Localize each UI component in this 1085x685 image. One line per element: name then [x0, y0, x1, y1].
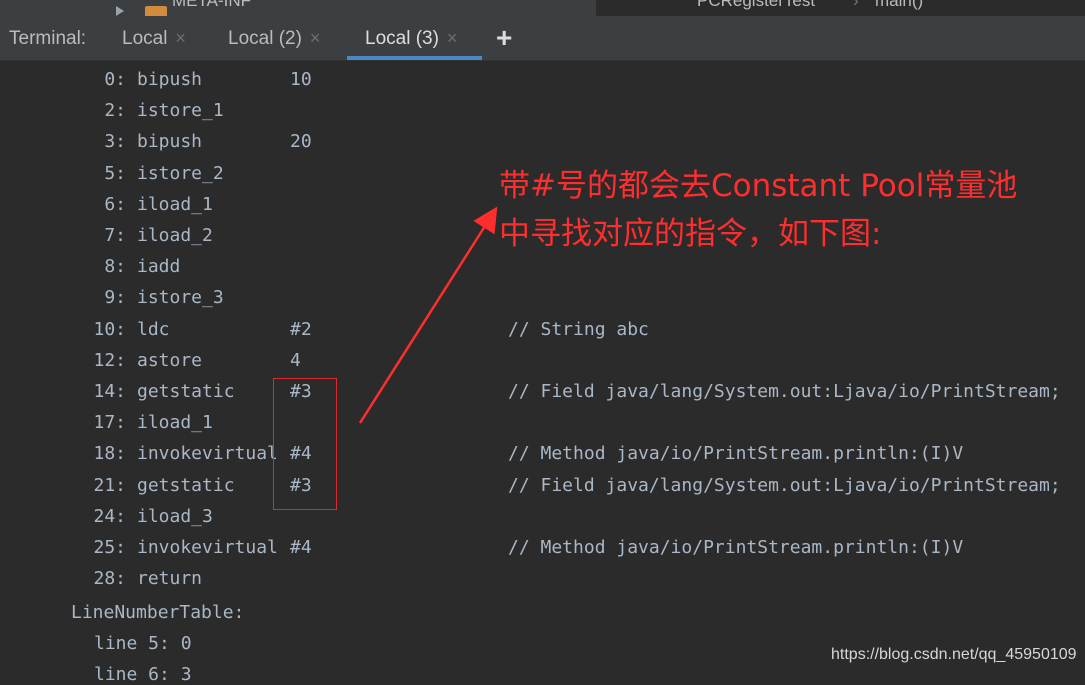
annotation-arrow [358, 206, 498, 424]
annotation-line-1: 带#号的都会去Constant Pool常量池 [499, 168, 1018, 204]
watermark: https://blog.csdn.net/qq_45950109 [831, 646, 1077, 663]
annotation-line-2: 中寻找对应的指令，如下图: [499, 216, 882, 252]
